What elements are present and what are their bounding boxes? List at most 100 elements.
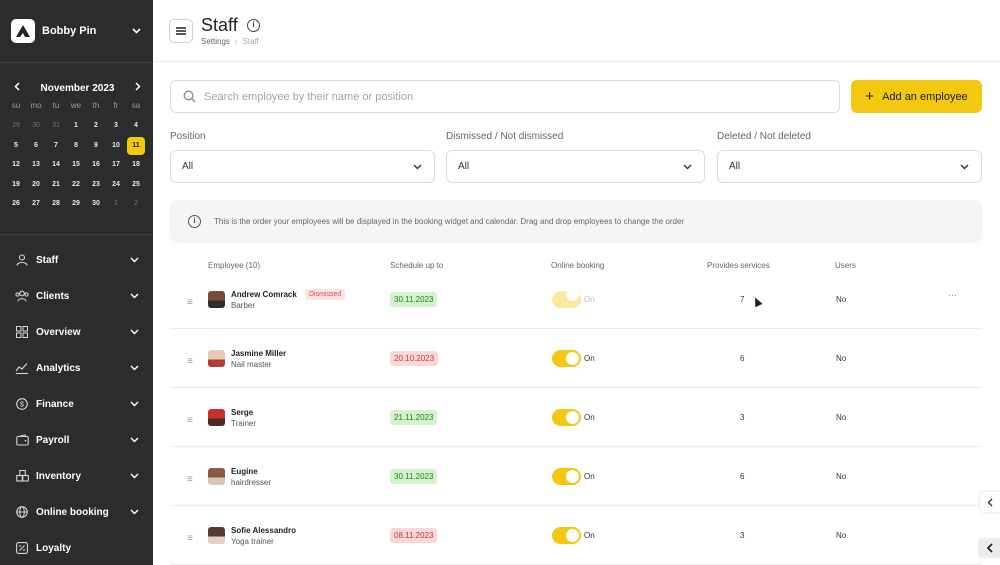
employee-name[interactable]: Serge: [231, 408, 253, 417]
employee-name[interactable]: Sofie Alessandro: [231, 526, 296, 535]
chevron-down-icon: [130, 507, 139, 517]
chevron-down-icon: [683, 164, 692, 169]
sidebar-item-overview[interactable]: Overview: [0, 314, 153, 350]
online-booking-status: On: [584, 413, 595, 422]
sidebar-item-analytics[interactable]: Analytics: [0, 350, 153, 386]
calendar-day[interactable]: 23: [86, 175, 106, 195]
sidebar-item-inventory[interactable]: Inventory: [0, 458, 153, 494]
calendar-day[interactable]: 16: [86, 155, 106, 175]
drag-handle-icon[interactable]: ≡: [187, 297, 193, 308]
sidebar-item-staff[interactable]: Staff: [0, 242, 153, 278]
calendar-day[interactable]: 7: [46, 136, 66, 156]
calendar-day[interactable]: 5: [6, 136, 26, 156]
sidebar-item-clients[interactable]: Clients: [0, 278, 153, 314]
sidebar-item-loyalty[interactable]: Loyalty: [0, 530, 153, 565]
drag-handle-icon[interactable]: ≡: [187, 356, 193, 367]
calendar-day[interactable]: 13: [26, 155, 46, 175]
sidebar-item-online-booking[interactable]: Online booking: [0, 494, 153, 530]
drag-handle-icon[interactable]: ≡: [187, 533, 193, 544]
calendar-day[interactable]: 10: [106, 136, 126, 156]
calendar-day[interactable]: 27: [26, 194, 46, 214]
employee-name[interactable]: Jasmine Miller: [231, 349, 286, 358]
filter-dismissed: Dismissed / Not dismissed All: [446, 131, 705, 183]
calendar-day[interactable]: 30: [26, 116, 46, 136]
add-employee-button[interactable]: + Add an employee: [851, 80, 982, 113]
calendar-day[interactable]: 8: [66, 136, 86, 156]
calendar-day[interactable]: 24: [106, 175, 126, 195]
employee-name[interactable]: Andrew Comrack: [231, 290, 297, 299]
search-input[interactable]: [204, 90, 804, 103]
col-services[interactable]: Provides services: [707, 261, 770, 270]
table-row[interactable]: ≡ Jasmine Miller Nail master 20.10.2023 On 6 N…: [170, 329, 982, 388]
hamburger-icon: [176, 27, 186, 35]
select-value: All: [729, 161, 741, 172]
calendar-day[interactable]: 1: [106, 194, 126, 214]
online-booking-toggle[interactable]: [552, 288, 581, 308]
table-row[interactable]: ≡ Serge Trainer 21.11.2023 On 3 No: [170, 388, 982, 447]
chevron-left-icon[interactable]: [14, 82, 20, 94]
avatar: [208, 409, 225, 426]
calendar-day[interactable]: 3: [106, 116, 126, 136]
calendar-day[interactable]: 19: [6, 175, 26, 195]
calendar-day[interactable]: 22: [66, 175, 86, 195]
calendar-day[interactable]: 26: [6, 194, 26, 214]
calendar-day[interactable]: 12: [6, 155, 26, 175]
calendar-day[interactable]: 9: [86, 136, 106, 156]
dismissed-select[interactable]: All: [446, 150, 705, 183]
info-icon[interactable]: i: [247, 19, 260, 32]
position-select[interactable]: All: [170, 150, 435, 183]
filter-label: Position: [170, 131, 206, 142]
calendar-day[interactable]: 18: [126, 155, 146, 175]
online-booking-toggle[interactable]: [552, 350, 581, 367]
calendar-day[interactable]: 2: [126, 194, 146, 214]
users-value: No: [836, 295, 847, 304]
calendar-day[interactable]: 21: [46, 175, 66, 195]
collapse-panel-button[interactable]: [980, 492, 1000, 512]
drag-handle-icon[interactable]: ≡: [187, 474, 193, 485]
more-options-icon[interactable]: ···: [948, 290, 957, 300]
col-users[interactable]: Users: [835, 261, 856, 270]
account-switcher[interactable]: Bobby Pin: [0, 0, 153, 62]
weekday-label: mo: [30, 101, 42, 110]
calendar-day-selected[interactable]: 11: [127, 136, 145, 155]
online-booking-toggle[interactable]: [552, 409, 581, 426]
online-booking-toggle[interactable]: [552, 527, 581, 544]
expand-panel-button[interactable]: [978, 538, 1000, 558]
sidebar-item-payroll[interactable]: Payroll: [0, 422, 153, 458]
col-schedule[interactable]: Schedule up to: [390, 261, 443, 270]
calendar-day[interactable]: 14: [46, 155, 66, 175]
filter-deleted: Deleted / Not deleted All: [717, 131, 982, 183]
employee-name[interactable]: Eugine: [231, 467, 258, 476]
chevron-right-icon[interactable]: [135, 82, 141, 94]
calendar-day[interactable]: 28: [46, 194, 66, 214]
main-content: Staff i Settings›Staff + Add an employee…: [153, 0, 1000, 565]
table-row[interactable]: ≡ Sofie Alessandro Yoga trainer 08.11.2023 O…: [170, 506, 982, 565]
sidebar-item-finance[interactable]: $ Finance: [0, 386, 153, 422]
calendar-day[interactable]: 20: [26, 175, 46, 195]
calendar-day[interactable]: 2: [86, 116, 106, 136]
calendar-day[interactable]: 15: [66, 155, 86, 175]
menu-toggle-button[interactable]: [169, 19, 193, 43]
col-online-booking[interactable]: Online booking: [551, 261, 604, 270]
online-booking-status: On: [584, 295, 595, 304]
breadcrumb-settings[interactable]: Settings: [201, 37, 230, 46]
online-booking-toggle[interactable]: [552, 468, 581, 485]
calendar-day[interactable]: 31: [46, 116, 66, 136]
calendar-day[interactable]: 17: [106, 155, 126, 175]
calendar-day[interactable]: 30: [86, 194, 106, 214]
drag-handle-icon[interactable]: ≡: [187, 415, 193, 426]
deleted-select[interactable]: All: [717, 150, 982, 183]
calendar-day[interactable]: 1: [66, 116, 86, 136]
chevron-left-icon: [987, 498, 993, 506]
calendar-day[interactable]: 29: [6, 116, 26, 136]
col-employee[interactable]: Employee (10): [208, 261, 260, 270]
table-row[interactable]: ≡ Andrew Comrack Barber Dismissed 30.11.2023…: [170, 275, 982, 329]
calendar-day[interactable]: 4: [126, 116, 146, 136]
calendar-day[interactable]: 25: [126, 175, 146, 195]
notice-text: This is the order your employees will be…: [214, 217, 685, 226]
employee-position: hairdresser: [231, 478, 272, 487]
calendar-day[interactable]: 29: [66, 194, 86, 214]
table-row[interactable]: ≡ Eugine hairdresser 30.11.2023 On 6 No: [170, 447, 982, 506]
calendar-day[interactable]: 6: [26, 136, 46, 156]
wallet-icon: [14, 432, 30, 448]
